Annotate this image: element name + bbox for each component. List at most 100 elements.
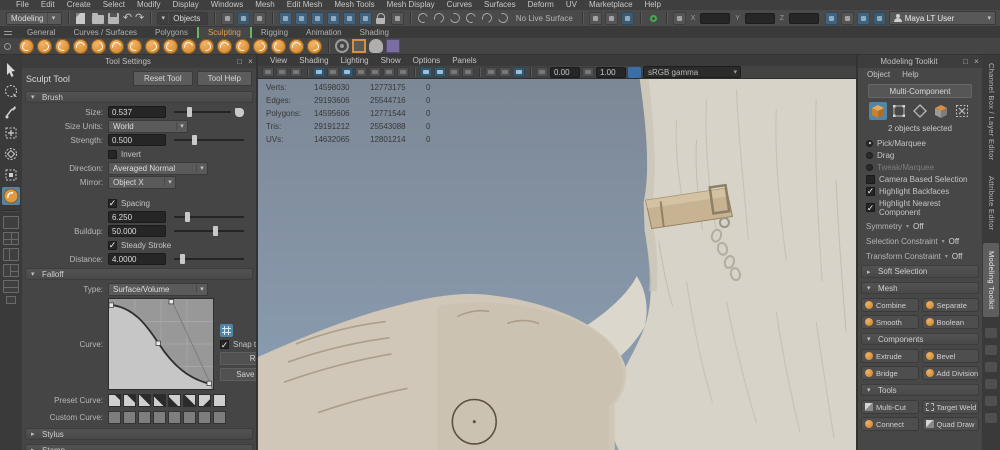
float-panel-icon[interactable]: □ xyxy=(234,57,245,66)
spray-brush-icon[interactable] xyxy=(145,38,160,54)
soft-selection-section-header[interactable]: ▸ Soft Selection xyxy=(861,265,979,278)
shaded-mode-icon[interactable] xyxy=(434,67,446,77)
repeat-brush-icon[interactable] xyxy=(163,38,178,54)
shelf-tab-general[interactable]: General xyxy=(18,27,64,38)
preset-curve-flat-icon[interactable] xyxy=(213,394,226,407)
custom-curve-slot-icon[interactable] xyxy=(123,411,136,424)
modeling-toolkit-toggle-icon[interactable] xyxy=(620,11,634,25)
lock-camera-icon[interactable] xyxy=(276,67,288,77)
menu-edit[interactable]: Edit xyxy=(35,0,61,10)
size-input[interactable]: 0.537 xyxy=(108,106,166,118)
field-chart-icon[interactable] xyxy=(369,67,381,77)
brush-section-header[interactable]: ▾ Brush xyxy=(25,91,253,103)
smear-brush-icon[interactable] xyxy=(271,38,286,54)
pinch-brush-icon[interactable] xyxy=(91,38,106,54)
use-all-lights-icon[interactable] xyxy=(462,67,474,77)
ui-elements-icon[interactable] xyxy=(840,11,854,25)
snap-to-grid-icon[interactable] xyxy=(278,11,292,25)
custom-layout-icon[interactable] xyxy=(6,296,16,304)
symmetry-object-icon[interactable] xyxy=(647,12,660,25)
sculpt-objects-icon[interactable] xyxy=(369,39,383,53)
open-scene-icon[interactable] xyxy=(91,12,104,25)
reset-tool-button[interactable]: Reset Tool xyxy=(132,71,193,86)
preset-curve-ring-icon[interactable] xyxy=(183,394,196,407)
quad-draw-button[interactable]: Quad Draw xyxy=(921,417,979,431)
highlight-selection-icon[interactable] xyxy=(390,11,404,25)
grid-toggle-icon[interactable] xyxy=(313,67,325,77)
stamp-section-header[interactable]: ▸ Stamp xyxy=(25,444,253,450)
custom-curve-slot-icon[interactable] xyxy=(213,411,226,424)
size-marking-menu-icon[interactable] xyxy=(235,107,244,117)
tools-section-header[interactable]: ▾ Tools xyxy=(861,384,979,396)
menu-surfaces[interactable]: Surfaces xyxy=(478,0,522,10)
single-pane-layout-icon[interactable] xyxy=(3,216,19,229)
view-transform-dropdown[interactable]: sRGB gamma ▾ xyxy=(643,66,741,78)
preset-curve-inverse-icon[interactable] xyxy=(198,394,211,407)
viewport-menu-show[interactable]: Show xyxy=(375,56,407,65)
face-mode-icon[interactable] xyxy=(932,102,950,120)
attribute-editor-tab[interactable]: Attribute Editor xyxy=(983,168,999,238)
viewport-menu-lighting[interactable]: Lighting xyxy=(335,56,375,65)
shelf-tab-sculpting[interactable]: Sculpting xyxy=(196,27,252,38)
make-live-icon[interactable] xyxy=(358,11,372,25)
settings-icon[interactable] xyxy=(872,11,886,25)
menu-modify[interactable]: Modify xyxy=(131,0,167,10)
grid-snap-icon[interactable] xyxy=(220,324,233,337)
lasso-select-tool-icon[interactable] xyxy=(2,82,20,100)
preset-curve-medium-icon[interactable] xyxy=(123,394,136,407)
wireframe-icon[interactable] xyxy=(420,67,432,77)
custom-curve-slot-icon[interactable] xyxy=(153,411,166,424)
stylus-section-header[interactable]: ▸ Stylus xyxy=(25,428,253,440)
lock-selection-icon[interactable] xyxy=(375,12,388,25)
viewport-menu-shading[interactable]: Shading xyxy=(293,56,334,65)
tool-shortcut-icon[interactable] xyxy=(985,396,997,407)
spacing-input[interactable]: 6.250 xyxy=(108,211,166,223)
camera-based-selection-checkbox[interactable] xyxy=(866,174,875,184)
select-hierarchy-icon[interactable] xyxy=(220,11,234,25)
highlight-nearest-component-checkbox[interactable]: ✓ xyxy=(866,203,875,212)
tool-shortcut-icon[interactable] xyxy=(985,413,997,424)
input-operations-icon[interactable] xyxy=(416,10,430,25)
workspace-layout-icon[interactable] xyxy=(824,11,838,25)
menu-help[interactable]: Help xyxy=(639,0,667,10)
hotbox-icon[interactable] xyxy=(856,11,870,25)
safe-action-icon[interactable] xyxy=(383,67,395,77)
z-coordinate-input[interactable] xyxy=(788,12,819,24)
mesh-section-header[interactable]: ▾ Mesh xyxy=(861,282,979,294)
construction-history-icon[interactable] xyxy=(448,10,462,25)
smooth-brush-icon[interactable] xyxy=(37,38,52,54)
menu-mesh-display[interactable]: Mesh Display xyxy=(381,0,441,10)
shelf-tab-polygons[interactable]: Polygons xyxy=(146,27,197,38)
workspace-selector[interactable]: Modeling ▾ xyxy=(6,11,62,25)
scrape-brush-icon[interactable] xyxy=(217,38,232,54)
texture-stamp-icon[interactable] xyxy=(386,39,400,53)
float-panel-icon[interactable]: □ xyxy=(960,57,971,66)
modeling-toolkit-tab[interactable]: Modeling Toolkit xyxy=(983,242,999,318)
mtk-menu-object[interactable]: Object xyxy=(862,70,895,79)
flatten-brush-icon[interactable] xyxy=(109,38,124,54)
tool-shortcut-icon[interactable] xyxy=(985,379,997,390)
gate-mask-icon[interactable] xyxy=(355,67,367,77)
reset-curve-button[interactable]: Reset Curve xyxy=(220,352,256,365)
multi-component-mode-icon[interactable] xyxy=(953,102,971,120)
viewport-canvas[interactable]: Verts: 14598030 12773175 0 Edges: 29193606 25… xyxy=(258,79,856,450)
custom-curve-slot-icon[interactable] xyxy=(138,411,151,424)
freeze-selection-icon[interactable] xyxy=(335,39,349,53)
tool-shortcut-icon[interactable] xyxy=(985,362,997,373)
components-section-header[interactable]: ▾ Components xyxy=(861,333,979,345)
extrude-button[interactable]: Extrude xyxy=(861,349,919,363)
tool-help-button[interactable]: Tool Help xyxy=(196,71,252,86)
select-camera-icon[interactable] xyxy=(262,67,274,77)
amplify-brush-icon[interactable] xyxy=(307,38,322,54)
pick-marquee-radio[interactable] xyxy=(866,139,873,147)
preset-curve-soft-icon[interactable] xyxy=(108,394,121,407)
user-account-menu[interactable]: Maya LT User ▾ xyxy=(888,11,996,25)
menu-file[interactable]: File xyxy=(10,0,35,10)
shelf-tab-rigging[interactable]: Rigging xyxy=(252,27,297,38)
menu-mesh-tools[interactable]: Mesh Tools xyxy=(328,0,380,10)
multi-component-button[interactable]: Multi-Component xyxy=(868,84,972,98)
custom-curve-slot-icon[interactable] xyxy=(108,411,121,424)
sculpt-tool-icon[interactable] xyxy=(2,187,20,205)
transform-constraint-setting[interactable]: Transform Constraint ▾ Off xyxy=(858,248,982,263)
tweak-marquee-radio[interactable] xyxy=(866,163,873,171)
